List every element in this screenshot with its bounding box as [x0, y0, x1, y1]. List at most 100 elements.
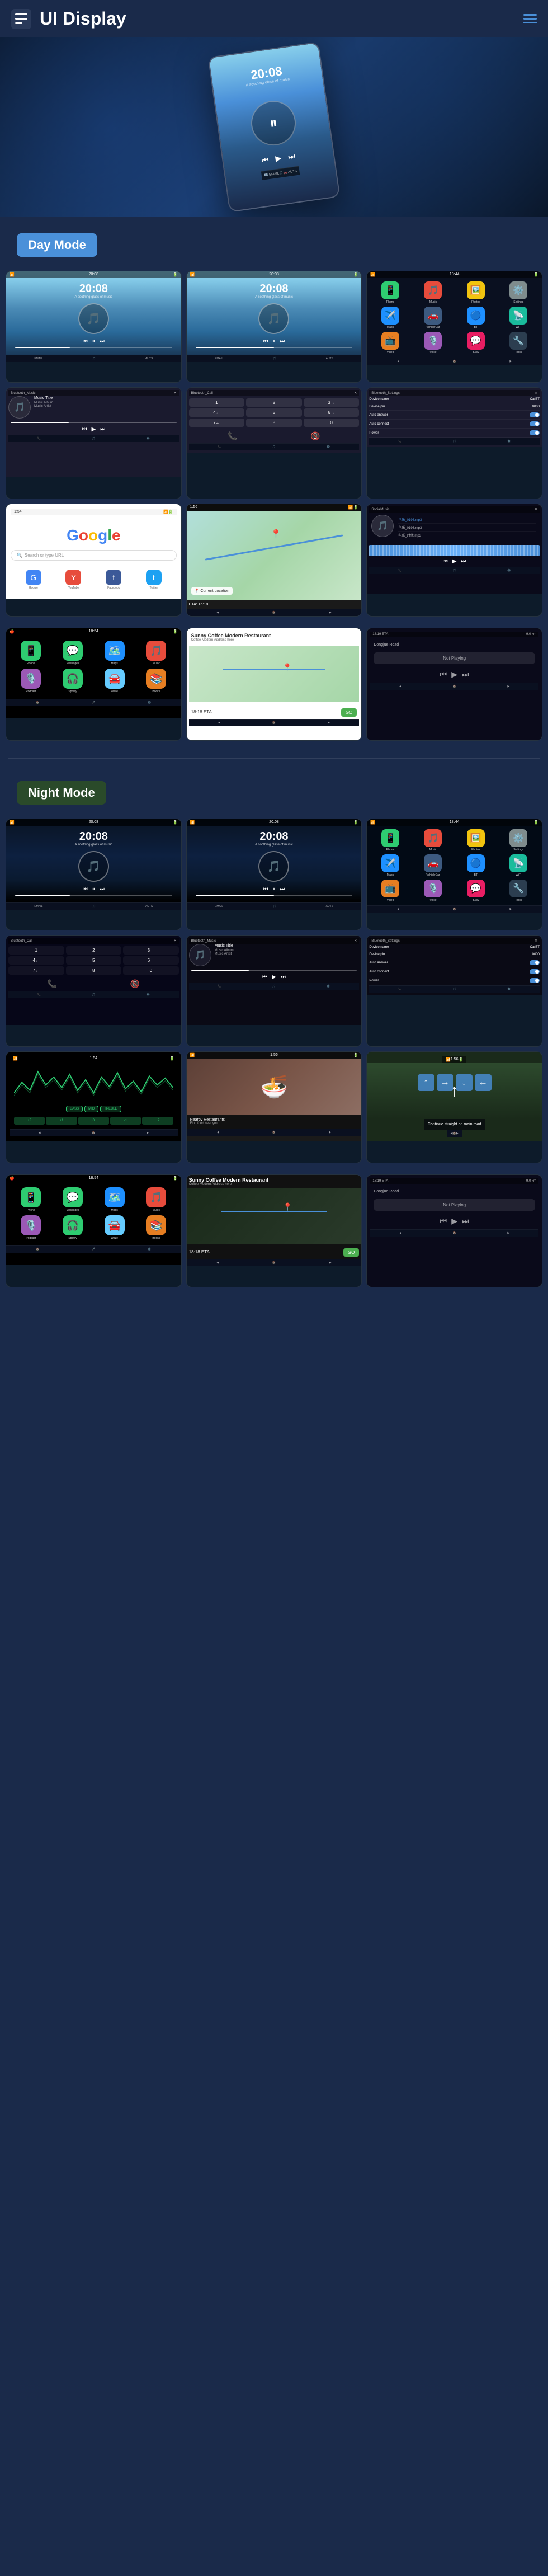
cp-spotify[interactable]: 🎧 Spotify	[54, 669, 92, 693]
bookmark-2[interactable]: Y YouTube	[55, 570, 92, 590]
night-auto-connect-toggle[interactable]	[530, 969, 540, 974]
road-nav-3[interactable]: ▶	[456, 1132, 459, 1135]
night-key-6[interactable]: 6→	[123, 956, 179, 965]
social-next[interactable]: ⏭	[461, 558, 466, 565]
key-4[interactable]: 4←	[189, 408, 245, 417]
night-call-nav-1[interactable]: 📞	[37, 993, 41, 996]
night-cp-nav-home[interactable]: 🏠	[36, 1248, 39, 1251]
night-nav-music-1[interactable]: 🎵	[92, 905, 96, 908]
night-power-toggle[interactable]	[530, 978, 540, 983]
bookmark-4[interactable]: t Twitter	[135, 570, 172, 590]
night-settings-nav-3[interactable]: ⚙️	[507, 988, 511, 991]
day-next-2[interactable]: ⏭	[280, 339, 285, 345]
call-nav-1[interactable]: 📞	[218, 445, 221, 449]
night-cp-messages[interactable]: 💬 Messages	[54, 1187, 92, 1212]
nav-email-2[interactable]: EMAIL	[215, 357, 223, 360]
night-apps-nav-1[interactable]: ◀	[397, 908, 399, 911]
app-phone[interactable]: 📱 Phone	[370, 281, 410, 304]
apps-nav-2[interactable]: 🏠	[453, 360, 456, 363]
night-app-more2[interactable]: 💬 SMS	[456, 880, 495, 902]
food-nav-2[interactable]: 🏠	[272, 1131, 276, 1134]
night-np-nav-2[interactable]: 🏠	[453, 1231, 456, 1235]
cp-messages[interactable]: 💬 Messages	[54, 641, 92, 665]
settings-nav-2[interactable]: 🎵	[453, 440, 456, 443]
track-1[interactable]: 华乐_0196.mp3	[398, 516, 536, 524]
night-nav-auts-2[interactable]: AUTS	[326, 905, 333, 908]
night-next-1[interactable]: ⏭	[100, 886, 105, 892]
social-prev[interactable]: ⏮	[443, 558, 448, 565]
night-cp-phone[interactable]: 📱 Phone	[12, 1187, 50, 1212]
cp-music[interactable]: 🎵 Music	[137, 641, 176, 665]
bt-settings-close[interactable]: ✕	[535, 391, 537, 395]
night-np-next[interactable]: ⏭	[462, 1216, 469, 1226]
app-music[interactable]: 🎵 Music	[413, 281, 453, 304]
night-nav-large-nav-1[interactable]: ◀	[216, 1261, 219, 1265]
cp-waze[interactable]: 🚘 Waze	[95, 669, 134, 693]
call-nav-3[interactable]: ⚙️	[327, 445, 330, 449]
app-photos[interactable]: 🖼️ Photos	[456, 281, 495, 304]
nav-auts-1[interactable]: AUTS	[145, 357, 153, 360]
night-cp-maps[interactable]: 🗺️ Maps	[95, 1187, 134, 1212]
night-prev-2[interactable]: ⏮	[263, 886, 268, 892]
night-app-photos[interactable]: 🖼️ Photos	[456, 829, 495, 852]
night-key-4[interactable]: 4←	[8, 956, 64, 965]
nav-large-nav-2[interactable]: 🏠	[272, 721, 276, 725]
cp-nav-settings[interactable]: ⚙️	[148, 701, 151, 704]
np-nav-1[interactable]: ◀	[399, 685, 401, 688]
cp-maps[interactable]: 🗺️ Maps	[95, 641, 134, 665]
apps-nav-1[interactable]: ◀	[397, 360, 399, 363]
night-bt-music-close[interactable]: ✕	[354, 939, 357, 943]
night-apps-nav-3[interactable]: ▶	[509, 908, 512, 911]
app-bt[interactable]: 🔵 BT	[456, 307, 495, 329]
cp-nav-home[interactable]: 🏠	[36, 701, 39, 704]
eq-control-3[interactable]: TREBLE	[100, 1106, 121, 1112]
night-call-nav-2[interactable]: 🎵	[92, 993, 95, 996]
social-nav-3[interactable]: ⚙️	[507, 569, 511, 572]
nav-auts-2[interactable]: AUTS	[326, 357, 333, 360]
apps-nav-3[interactable]: ▶	[509, 360, 512, 363]
eq-slider-2[interactable]: +1	[46, 1117, 77, 1125]
bookmark-3[interactable]: f Facebook	[95, 570, 132, 590]
night-bt-play[interactable]: ▶	[272, 974, 276, 980]
cp-nav-siri[interactable]: 🎤	[92, 701, 95, 704]
social-play[interactable]: ▶	[452, 558, 457, 565]
night-app-bt[interactable]: 🔵 BT	[456, 854, 495, 877]
night-play-2[interactable]: ⏸	[272, 886, 275, 892]
nav-email-1[interactable]: EMAIL	[34, 357, 42, 360]
auto-connect-toggle[interactable]	[530, 421, 540, 426]
cp-podcast[interactable]: 🎙️ Podcast	[12, 669, 50, 693]
night-call-btn[interactable]: 📞	[47, 979, 56, 989]
np-prev[interactable]: ⏮	[440, 670, 447, 679]
hangup-btn[interactable]: 📵	[310, 431, 320, 441]
np-nav-3[interactable]: ▶	[507, 685, 509, 688]
np-nav-2[interactable]: 🏠	[453, 685, 456, 688]
eq-slider-1[interactable]: +3	[14, 1117, 45, 1125]
night-app-maps[interactable]: ✈️ Maps	[370, 854, 410, 877]
map-nav-3[interactable]: ▶	[329, 611, 332, 614]
call-btn[interactable]: 📞	[228, 431, 237, 441]
tab-autos[interactable]: 🚗 AUTS	[283, 169, 297, 175]
night-play-1[interactable]: ⏸	[92, 886, 95, 892]
night-bt-nav-1[interactable]: 📞	[218, 985, 221, 988]
app-maps[interactable]: ✈️ Maps	[370, 307, 410, 329]
night-app-waze[interactable]: 🚗 VehicleCar	[413, 854, 453, 877]
call-nav-2[interactable]: 🎵	[272, 445, 276, 449]
app-settings[interactable]: ⚙️ Settings	[499, 281, 538, 304]
power-toggle[interactable]	[530, 430, 540, 435]
key-1[interactable]: 1	[189, 398, 245, 407]
bt-call-close[interactable]: ✕	[354, 391, 357, 395]
cp-phone[interactable]: 📱 Phone	[12, 641, 50, 665]
night-settings-nav-2[interactable]: 🎵	[453, 988, 456, 991]
night-cp-podcast[interactable]: 🎙️ Podcast	[12, 1215, 50, 1240]
night-nav-auts-1[interactable]: AUTS	[145, 905, 153, 908]
bookmark-1[interactable]: G Google	[15, 570, 52, 590]
settings-nav-3[interactable]: ⚙️	[507, 440, 511, 443]
social-nav-1[interactable]: 📞	[398, 569, 401, 572]
night-cp-nav-settings[interactable]: ⚙️	[148, 1248, 151, 1251]
cp-audiobooks[interactable]: 📚 Books	[137, 669, 176, 693]
app-waze[interactable]: 🚗 VehicleCar	[413, 307, 453, 329]
night-key-7[interactable]: 7←	[8, 966, 64, 975]
night-cp-nav-siri[interactable]: 🎤	[92, 1248, 95, 1251]
night-cp-books[interactable]: 📚 Books	[137, 1215, 176, 1240]
key-6[interactable]: 6→	[304, 408, 360, 417]
